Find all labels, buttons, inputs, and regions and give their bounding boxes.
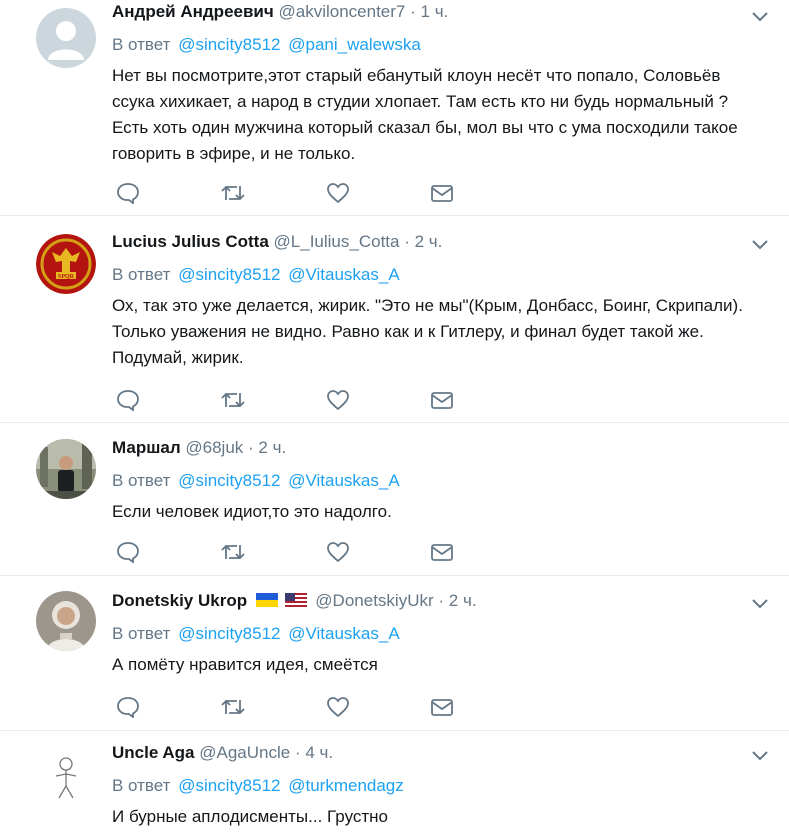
chevron-down-icon[interactable] [751, 10, 769, 22]
tweet-actions [116, 182, 456, 204]
user-name[interactable]: Donetskiy Ukrop [112, 591, 247, 610]
separator-dot: · [294, 743, 301, 762]
user-handle[interactable]: @68juk [185, 438, 243, 457]
avatar-text: SPQR [58, 274, 75, 280]
tweet-actions [116, 696, 456, 718]
mention-link[interactable]: @sincity8512 [178, 265, 280, 284]
retweet-icon[interactable] [220, 696, 246, 718]
user-name[interactable]: Lucius Julius Cotta [112, 232, 269, 251]
chevron-down-icon[interactable] [751, 597, 769, 609]
reply-prefix: В ответ [112, 776, 171, 795]
timestamp[interactable]: 2 ч. [415, 232, 443, 251]
user-name[interactable]: Андрей Андреевич [112, 2, 274, 21]
reply-context: В ответ @sincity8512 @turkmendagz [112, 776, 759, 796]
user-name[interactable]: Uncle Aga [112, 743, 195, 762]
avatar[interactable] [36, 591, 96, 651]
reply-icon[interactable] [116, 541, 140, 563]
user-name[interactable]: Маршал [112, 438, 181, 457]
timestamp[interactable]: 2 ч. [449, 591, 477, 610]
heart-icon[interactable] [326, 541, 350, 563]
envelope-icon[interactable] [430, 541, 454, 563]
tweet[interactable]: Donetskiy Ukrop @DonetskiyUkr · 2 ч. В о… [0, 576, 789, 731]
reply-prefix: В ответ [112, 35, 171, 54]
reply-icon[interactable] [116, 182, 140, 204]
timestamp[interactable]: 1 ч. [421, 2, 449, 21]
reply-icon[interactable] [116, 389, 140, 411]
reply-context: В ответ @sincity8512 @pani_walewska [112, 35, 759, 55]
mention-link[interactable]: @Vitauskas_A [288, 471, 399, 490]
envelope-icon[interactable] [430, 182, 454, 204]
tweet-text: А помёту нравится идея, смеётся [112, 655, 378, 674]
ukraine-flag-icon [255, 593, 278, 607]
envelope-icon[interactable] [430, 696, 454, 718]
chevron-down-icon[interactable] [751, 238, 769, 250]
mention-link[interactable]: @sincity8512 [178, 624, 280, 643]
mention-link[interactable]: @Vitauskas_A [288, 265, 399, 284]
tweet-actions [116, 541, 456, 563]
user-handle[interactable]: @DonetskiyUkr [315, 591, 433, 610]
reply-context: В ответ @sincity8512 @Vitauskas_A [112, 265, 759, 285]
tweet-header: Маршал @68juk · 2 ч. [112, 436, 759, 460]
retweet-icon[interactable] [220, 541, 246, 563]
tweet-header: Lucius Julius Cotta @L_Iulius_Cotta · 2 … [112, 230, 759, 254]
heart-icon[interactable] [326, 696, 350, 718]
heart-icon[interactable] [326, 182, 350, 204]
retweet-icon[interactable] [220, 389, 246, 411]
mention-link[interactable]: @sincity8512 [178, 35, 280, 54]
timestamp[interactable]: 2 ч. [258, 438, 286, 457]
separator-dot: · [410, 2, 416, 21]
tweet-header: Donetskiy Ukrop @DonetskiyUkr · 2 ч. [112, 589, 759, 613]
reply-context: В ответ @sincity8512 @Vitauskas_A [112, 471, 759, 491]
avatar[interactable]: SPQR [36, 234, 96, 294]
reply-prefix: В ответ [112, 624, 171, 643]
tweet-actions [116, 389, 456, 411]
heart-icon[interactable] [326, 389, 350, 411]
timestamp[interactable]: 4 ч. [305, 743, 333, 762]
avatar[interactable] [36, 8, 96, 68]
retweet-icon[interactable] [220, 182, 246, 204]
reply-context: В ответ @sincity8512 @Vitauskas_A [112, 624, 759, 644]
mention-link[interactable]: @sincity8512 [178, 471, 280, 490]
tweet-text: И бурные аплодисменты... Грустно [112, 807, 389, 826]
tweet-header: Uncle Aga @AgaUncle · 4 ч. [112, 741, 759, 765]
mention-link[interactable]: @sincity8512 [178, 776, 280, 795]
envelope-icon[interactable] [430, 389, 454, 411]
reply-prefix: В ответ [112, 471, 171, 490]
tweet-header: Андрей Андреевич @akviloncenter7 · 1 ч. [112, 0, 759, 24]
mention-link[interactable]: @Vitauskas_A [288, 624, 399, 643]
reply-icon[interactable] [116, 696, 140, 718]
tweet[interactable]: SPQR Lucius Julius Cotta @L_Iulius_Cotta… [0, 216, 789, 423]
tweet[interactable]: Uncle Aga @AgaUncle · 4 ч. В ответ @sinc… [0, 731, 789, 839]
mention-link[interactable]: @pani_walewska [288, 35, 421, 54]
tweet-text: Ох, так это уже делается, жирик. "Это не… [112, 296, 743, 367]
usa-flag-icon [284, 593, 307, 607]
tweet-text: Если человек идиот,то это надолго. [112, 502, 392, 521]
user-handle[interactable]: @akviloncenter7 [278, 2, 405, 21]
chevron-down-icon[interactable] [751, 749, 769, 761]
separator-dot: · [248, 438, 254, 457]
reply-prefix: В ответ [112, 265, 171, 284]
separator-dot: · [404, 232, 410, 251]
tweet[interactable]: Маршал @68juk · 2 ч. В ответ @sincity851… [0, 423, 789, 576]
avatar[interactable] [36, 439, 96, 499]
user-handle[interactable]: @AgaUncle [199, 743, 290, 762]
tweet[interactable]: Андрей Андреевич @akviloncenter7 · 1 ч. … [0, 0, 789, 216]
tweet-text: Нет вы посмотрите,этот старый ебанутый к… [112, 66, 738, 163]
separator-dot: · [438, 591, 445, 610]
avatar[interactable] [36, 746, 96, 806]
user-handle[interactable]: @L_Iulius_Cotta [274, 232, 400, 251]
mention-link[interactable]: @turkmendagz [288, 776, 404, 795]
